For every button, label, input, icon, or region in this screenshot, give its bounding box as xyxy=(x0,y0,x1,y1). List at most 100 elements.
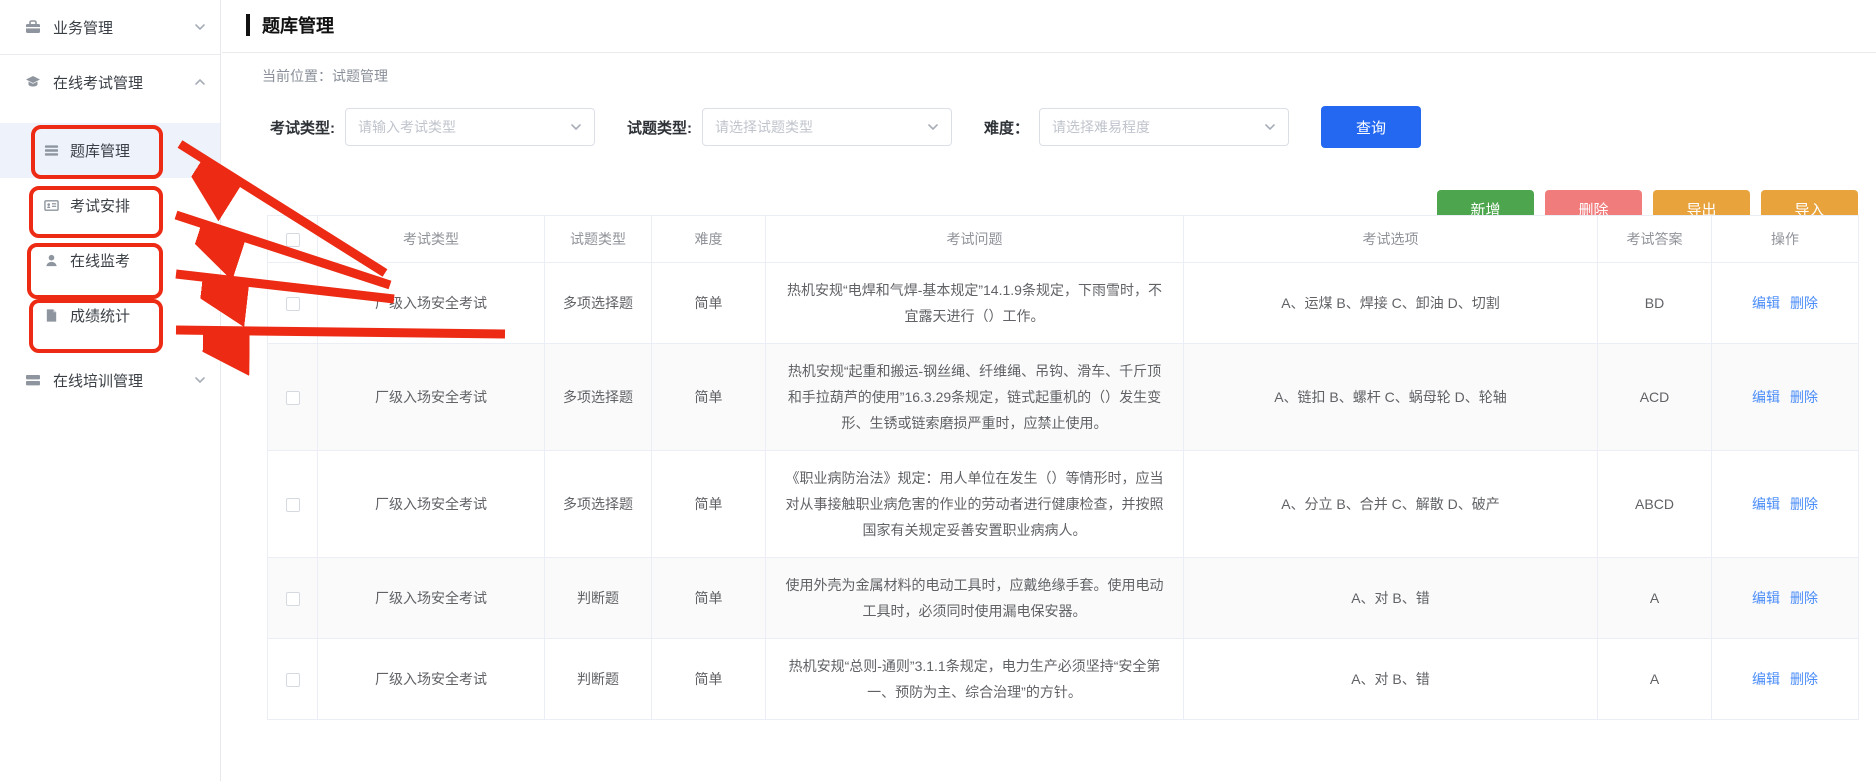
delete-link[interactable]: 删除 xyxy=(1790,671,1818,687)
delete-link[interactable]: 删除 xyxy=(1790,389,1818,405)
column-header-3: 考试问题 xyxy=(766,216,1184,263)
row-checkbox-cell xyxy=(268,639,318,720)
user-icon xyxy=(44,253,59,268)
column-header-0: 考试类型 xyxy=(318,216,545,263)
sidebar-item-label: 成绩统计 xyxy=(70,305,130,326)
row-checkbox-cell xyxy=(268,451,318,558)
file-icon xyxy=(44,308,59,323)
list-icon xyxy=(44,143,59,158)
table-row: 厂级入场安全考试多项选择题简单热机安规“电焊和气焊-基本规定”14.1.9条规定… xyxy=(268,263,1859,344)
edit-link[interactable]: 编辑 xyxy=(1752,671,1780,687)
main-content: 题库管理 当前位置：试题管理 考试类型:请输入考试类型试题类型:请选择试题类型难… xyxy=(222,0,1876,781)
table-row: 厂级入场安全考试多项选择题简单《职业病防治法》规定：用人单位在发生（）等情形时，… xyxy=(268,451,1859,558)
edit-link[interactable]: 编辑 xyxy=(1752,496,1780,512)
sidebar-group-0[interactable]: 业务管理 xyxy=(0,0,220,54)
row-checkbox[interactable] xyxy=(286,673,300,687)
filter-placeholder-0: 请输入考试类型 xyxy=(358,117,456,137)
filter-placeholder-1: 请选择试题类型 xyxy=(715,117,813,137)
cell-question-type: 判断题 xyxy=(545,558,652,639)
cell-exam-type: 厂级入场安全考试 xyxy=(318,451,545,558)
cell-answer: BD xyxy=(1598,263,1712,344)
query-button[interactable]: 查询 xyxy=(1321,106,1421,148)
filter-label-0: 考试类型: xyxy=(270,117,335,138)
sidebar-item-题库管理[interactable]: 题库管理 xyxy=(0,123,220,178)
filter-placeholder-2: 请选择难易程度 xyxy=(1052,117,1150,137)
sidebar-item-考试安排[interactable]: 考试安排 xyxy=(0,178,220,233)
cell-exam-type: 厂级入场安全考试 xyxy=(318,558,545,639)
chevron-down-icon xyxy=(194,374,206,386)
sidebar-group-label: 在线考试管理 xyxy=(53,72,194,93)
sidebar-group-label: 业务管理 xyxy=(53,17,194,38)
chevron-up-icon xyxy=(194,76,206,88)
row-checkbox[interactable] xyxy=(286,297,300,311)
filter-2: 难度：请选择难易程度 xyxy=(984,108,1289,146)
row-checkbox[interactable] xyxy=(286,391,300,405)
row-checkbox[interactable] xyxy=(286,592,300,606)
cell-question: 热机安规“总则-通则”3.1.1条规定，电力生产必须坚持“安全第一、预防为主、综… xyxy=(766,639,1184,720)
page-title-row: 题库管理 xyxy=(246,12,334,38)
cell-difficulty: 简单 xyxy=(652,639,766,720)
chevron-down-icon xyxy=(570,121,582,133)
cell-question-type: 判断题 xyxy=(545,639,652,720)
cell-answer: ABCD xyxy=(1598,451,1712,558)
filter-0: 考试类型: 请输入考试类型 xyxy=(270,108,595,146)
cell-answer: ACD xyxy=(1598,344,1712,451)
question-bank-management-page: { "colors": { "primary_blue": "#2468F2",… xyxy=(0,0,1876,781)
cell-actions: 编辑删除 xyxy=(1712,558,1859,639)
briefcase-icon xyxy=(25,19,41,35)
row-checkbox-cell xyxy=(268,344,318,451)
cell-answer: A xyxy=(1598,639,1712,720)
select-all-header-cell xyxy=(268,216,318,263)
row-checkbox-cell xyxy=(268,558,318,639)
cell-options: A、对 B、错 xyxy=(1184,639,1598,720)
sidebar-item-成绩统计[interactable]: 成绩统计 xyxy=(0,288,220,343)
cell-difficulty: 简单 xyxy=(652,344,766,451)
column-header-5: 考试答案 xyxy=(1598,216,1712,263)
cell-question-type: 多项选择题 xyxy=(545,263,652,344)
breadcrumb: 当前位置：试题管理 xyxy=(262,66,388,86)
cell-difficulty: 简单 xyxy=(652,558,766,639)
column-header-1: 试题类型 xyxy=(545,216,652,263)
filter-select-0[interactable]: 请输入考试类型 xyxy=(345,108,595,146)
edit-link[interactable]: 编辑 xyxy=(1752,590,1780,606)
sidebar-group-label: 在线培训管理 xyxy=(53,370,194,391)
sidebar-item-label: 在线监考 xyxy=(70,250,130,271)
cell-question-type: 多项选择题 xyxy=(545,451,652,558)
title-marker xyxy=(246,14,250,36)
page-title: 题库管理 xyxy=(262,12,334,38)
cell-actions: 编辑删除 xyxy=(1712,263,1859,344)
chevron-down-icon xyxy=(194,21,206,33)
cell-question: 《职业病防治法》规定：用人单位在发生（）等情形时，应当对从事接触职业病危害的作业… xyxy=(766,451,1184,558)
sidebar-item-在线监考[interactable]: 在线监考 xyxy=(0,233,220,288)
cell-actions: 编辑删除 xyxy=(1712,639,1859,720)
cell-difficulty: 简单 xyxy=(652,263,766,344)
sidebar-item-label: 考试安排 xyxy=(70,195,130,216)
filter-select-1[interactable]: 请选择试题类型 xyxy=(702,108,952,146)
filter-row: 考试类型:请输入考试类型试题类型:请选择试题类型难度：请选择难易程度查询 xyxy=(270,106,1421,148)
cell-question: 使用外壳为金属材料的电动工具时，应戴绝缘手套。使用电动工具时，必须同时使用漏电保… xyxy=(766,558,1184,639)
row-checkbox[interactable] xyxy=(286,498,300,512)
edit-link[interactable]: 编辑 xyxy=(1752,389,1780,405)
chevron-down-icon xyxy=(927,121,939,133)
cell-options: A、对 B、错 xyxy=(1184,558,1598,639)
sidebar-group-1[interactable]: 在线考试管理 xyxy=(0,55,220,109)
delete-link[interactable]: 删除 xyxy=(1790,590,1818,606)
sidebar-submenu: 题库管理考试安排在线监考成绩统计 xyxy=(0,123,220,343)
graduation-cap-icon xyxy=(25,74,41,90)
table-row: 厂级入场安全考试判断题简单使用外壳为金属材料的电动工具时，应戴绝缘手套。使用电动… xyxy=(268,558,1859,639)
cell-difficulty: 简单 xyxy=(652,451,766,558)
cell-actions: 编辑删除 xyxy=(1712,451,1859,558)
filter-select-2[interactable]: 请选择难易程度 xyxy=(1039,108,1289,146)
server-icon xyxy=(25,372,41,388)
edit-link[interactable]: 编辑 xyxy=(1752,295,1780,311)
cell-actions: 编辑删除 xyxy=(1712,344,1859,451)
delete-link[interactable]: 删除 xyxy=(1790,295,1818,311)
cell-exam-type: 厂级入场安全考试 xyxy=(318,263,545,344)
select-all-checkbox[interactable] xyxy=(286,233,300,247)
row-checkbox-cell xyxy=(268,263,318,344)
cell-options: A、链扣 B、螺杆 C、蜗母轮 D、轮轴 xyxy=(1184,344,1598,451)
cell-question: 热机安规“电焊和气焊-基本规定”14.1.9条规定，下雨雪时，不宜露天进行（）工… xyxy=(766,263,1184,344)
delete-link[interactable]: 删除 xyxy=(1790,496,1818,512)
sidebar-group-2[interactable]: 在线培训管理 xyxy=(0,353,220,407)
question-table: 考试类型试题类型难度考试问题考试选项考试答案操作 厂级入场安全考试多项选择题简单… xyxy=(267,215,1859,720)
